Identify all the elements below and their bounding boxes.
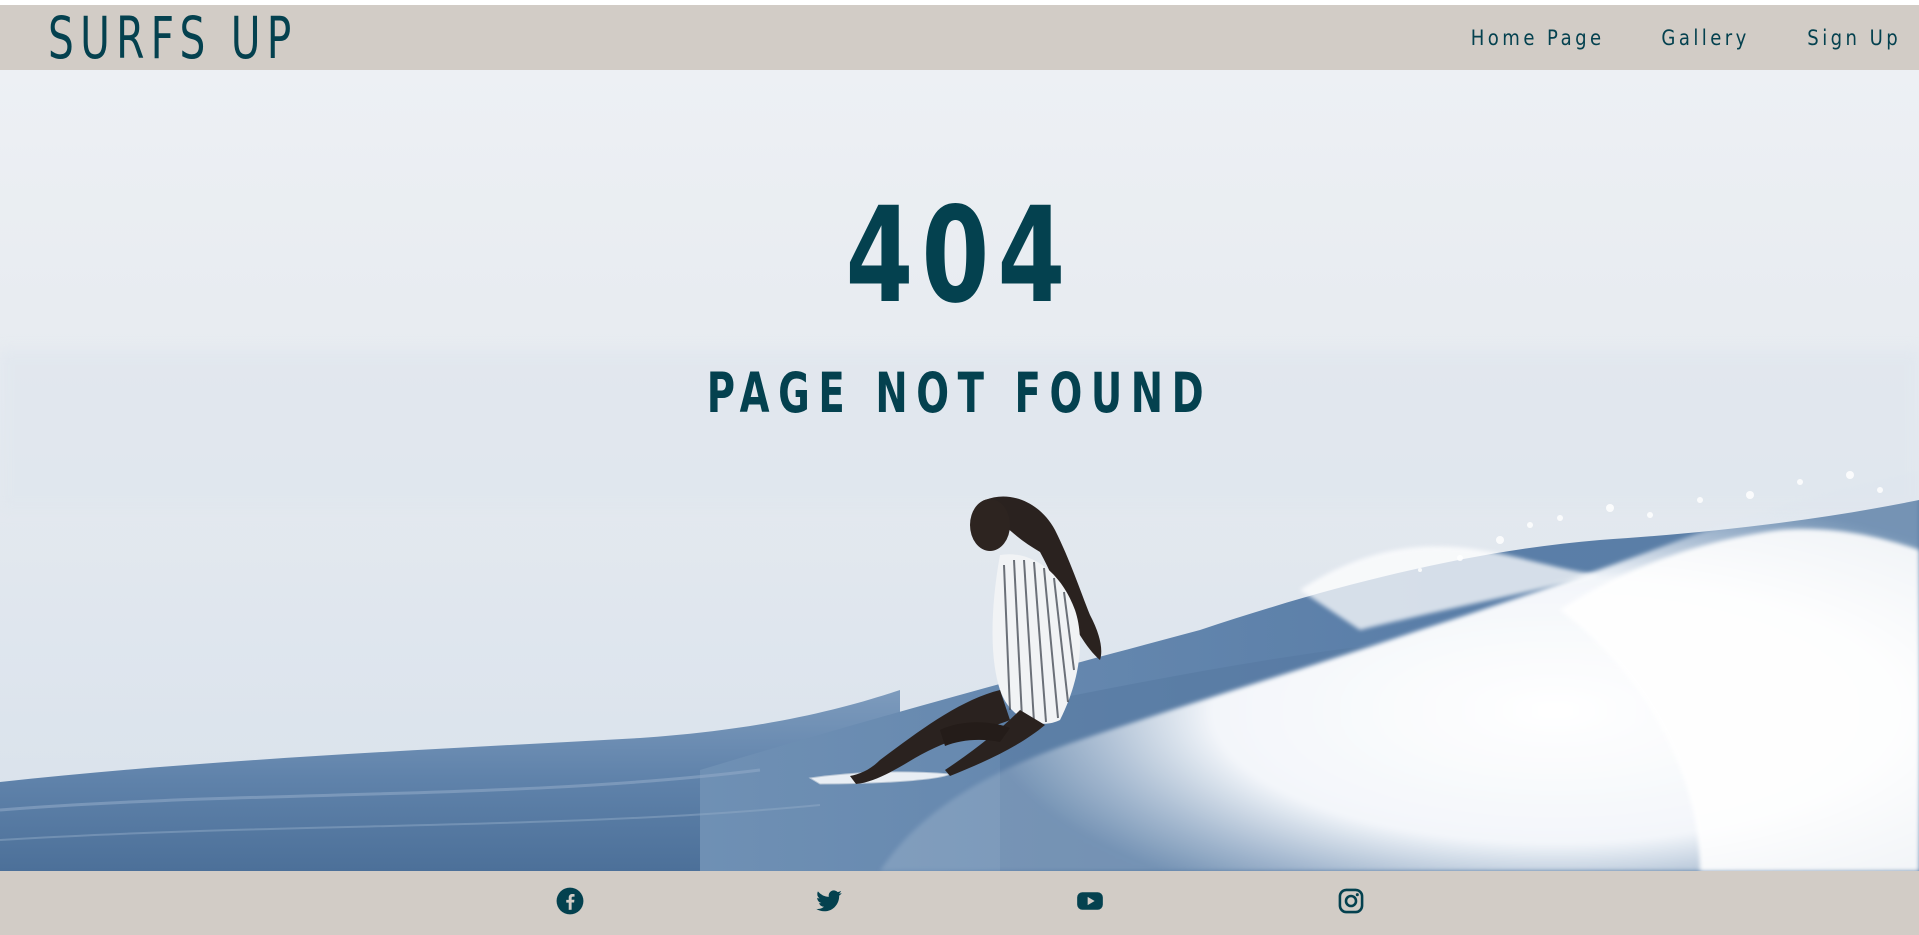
facebook-icon[interactable] — [556, 887, 584, 915]
instagram-icon[interactable] — [1337, 887, 1365, 915]
nav-home-page[interactable]: Home Page — [1471, 26, 1605, 50]
nav-sign-up[interactable]: Sign Up — [1807, 26, 1901, 50]
hero-section: 404 PAGE NOT FOUND — [0, 70, 1919, 871]
youtube-icon[interactable] — [1076, 887, 1104, 915]
error-code: 404 — [845, 179, 1074, 333]
error-message: PAGE NOT FOUND — [706, 361, 1213, 425]
main-nav: Home Page Gallery Sign Up — [1449, 5, 1901, 70]
site-footer — [0, 871, 1919, 935]
site-header: SURFS UP Home Page Gallery Sign Up — [0, 5, 1919, 70]
twitter-icon[interactable] — [815, 887, 843, 915]
nav-gallery[interactable]: Gallery — [1661, 26, 1749, 50]
page: SURFS UP Home Page Gallery Sign Up 404 P… — [0, 0, 1919, 935]
site-logo[interactable]: SURFS UP — [48, 6, 298, 70]
